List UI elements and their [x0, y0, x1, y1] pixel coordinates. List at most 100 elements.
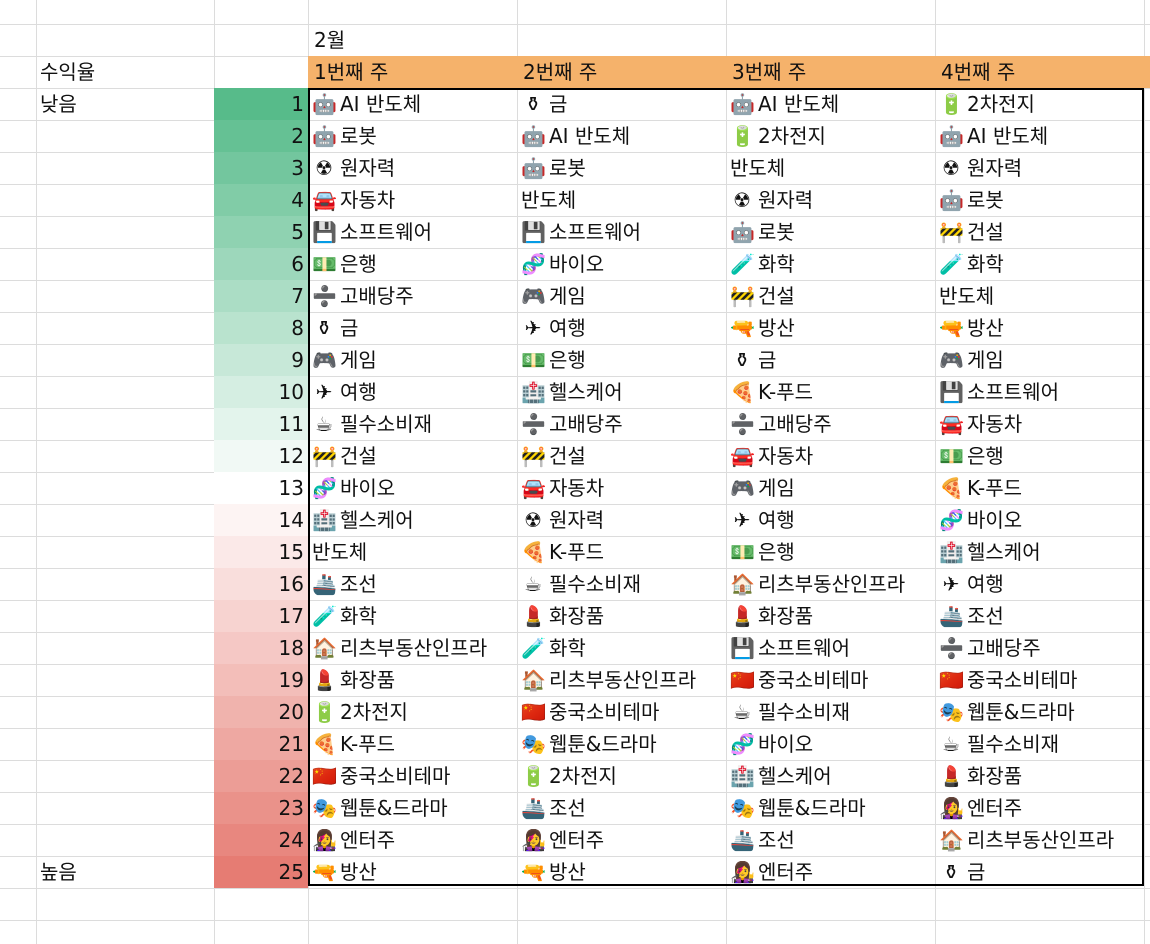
sector-cell[interactable]: 🎭 웹툰&드라마	[312, 792, 448, 824]
sector-cell[interactable]: 🚧 건설	[521, 440, 586, 472]
sector-cell[interactable]: 🚘 자동차	[939, 408, 1022, 440]
sector-cell[interactable]: 반도체	[939, 280, 994, 312]
sector-cell[interactable]: 🤖 AI 반도체	[521, 120, 630, 152]
rank-cell[interactable]: 20	[214, 696, 308, 728]
rank-cell[interactable]: 23	[214, 792, 308, 824]
sector-cell[interactable]: 💄 화장품	[939, 760, 1022, 792]
sector-cell[interactable]: 🚢 조선	[730, 824, 795, 856]
sector-cell[interactable]: 반도체	[521, 184, 576, 216]
rank-cell[interactable]: 13	[214, 472, 308, 504]
sector-cell[interactable]: 🚢 조선	[521, 792, 586, 824]
sector-cell[interactable]: 🤖 로봇	[312, 120, 377, 152]
sector-cell[interactable]: 💄 화장품	[730, 600, 813, 632]
sector-cell[interactable]: 🚘 자동차	[521, 472, 604, 504]
rank-cell[interactable]: 7	[214, 280, 308, 312]
sector-cell[interactable]: ☕ 필수소비재	[312, 408, 432, 440]
sector-cell[interactable]: 🚧 건설	[730, 280, 795, 312]
sector-cell[interactable]: 💄 화장품	[312, 664, 395, 696]
sector-cell[interactable]: 🤖 AI 반도체	[939, 120, 1048, 152]
sector-cell[interactable]: 🚧 건설	[939, 216, 1004, 248]
sector-cell[interactable]: 🎭 웹툰&드라마	[521, 728, 657, 760]
sector-cell[interactable]: 🤖 로봇	[730, 216, 795, 248]
rank-cell[interactable]: 9	[214, 344, 308, 376]
sector-cell[interactable]: 🧪 화학	[730, 248, 795, 280]
sector-cell[interactable]: 🎭 웹툰&드라마	[730, 792, 866, 824]
sector-cell[interactable]: ✈ 여행	[521, 312, 586, 344]
sector-cell[interactable]: 🔫 방산	[521, 856, 586, 888]
sector-cell[interactable]: 👩‍🎤 엔터주	[312, 824, 395, 856]
sector-cell[interactable]: 🍕 K-푸드	[521, 536, 604, 568]
week-header-1[interactable]: 1번째 주	[314, 56, 388, 88]
sector-cell[interactable]: 🎮 게임	[521, 280, 586, 312]
sector-cell[interactable]: 💾 소프트웨어	[312, 216, 432, 248]
sector-cell[interactable]: ☢ 원자력	[939, 152, 1022, 184]
sector-cell[interactable]: 🔋 2차전지	[521, 760, 617, 792]
sector-cell[interactable]: ☕ 필수소비재	[730, 696, 850, 728]
rank-cell[interactable]: 25	[214, 856, 308, 888]
rank-cell[interactable]: 21	[214, 728, 308, 760]
sector-cell[interactable]: 🇨🇳 중국소비테마	[312, 760, 450, 792]
sector-cell[interactable]: 🧪 화학	[521, 632, 586, 664]
sector-cell[interactable]: ➗ 고배당주	[730, 408, 832, 440]
sector-cell[interactable]: 🎭 웹툰&드라마	[939, 696, 1075, 728]
sector-cell[interactable]: ☕ 필수소비재	[521, 568, 641, 600]
sector-cell[interactable]: 🤖 AI 반도체	[312, 88, 421, 120]
rank-cell[interactable]: 12	[214, 440, 308, 472]
sector-cell[interactable]: 👩‍🎤 엔터주	[939, 792, 1022, 824]
rank-cell[interactable]: 22	[214, 760, 308, 792]
sector-cell[interactable]: 반도체	[312, 536, 367, 568]
sector-cell[interactable]: ➗ 고배당주	[939, 632, 1041, 664]
rank-cell[interactable]: 2	[214, 120, 308, 152]
sector-cell[interactable]: 🔋 2차전지	[312, 696, 408, 728]
sector-cell[interactable]: 🎮 게임	[312, 344, 377, 376]
sector-cell[interactable]: 🏠 리츠부동산인프라	[939, 824, 1114, 856]
sector-cell[interactable]: 🍕 K-푸드	[312, 728, 395, 760]
sector-cell[interactable]: 🚧 건설	[312, 440, 377, 472]
sector-cell[interactable]: 🚢 조선	[312, 568, 377, 600]
sector-cell[interactable]: 👩‍🎤 엔터주	[521, 824, 604, 856]
sector-cell[interactable]: 🔋 2차전지	[939, 88, 1035, 120]
sector-cell[interactable]: 💵 은행	[312, 248, 377, 280]
sector-cell[interactable]: 🧪 화학	[312, 600, 377, 632]
sector-cell[interactable]: 🏥 헬스케어	[730, 760, 832, 792]
sector-cell[interactable]: 🤖 AI 반도체	[730, 88, 839, 120]
rank-cell[interactable]: 11	[214, 408, 308, 440]
week-header-3[interactable]: 3번째 주	[732, 56, 806, 88]
sector-cell[interactable]: 💾 소프트웨어	[939, 376, 1059, 408]
sector-cell[interactable]: 🤖 로봇	[521, 152, 586, 184]
sector-cell[interactable]: 🧬 바이오	[730, 728, 813, 760]
sector-cell[interactable]: ➗ 고배당주	[312, 280, 414, 312]
sector-cell[interactable]: ☕ 필수소비재	[939, 728, 1059, 760]
sector-cell[interactable]: 🧬 바이오	[939, 504, 1022, 536]
sector-cell[interactable]: ☢ 원자력	[521, 504, 604, 536]
sector-cell[interactable]: 🏥 헬스케어	[312, 504, 414, 536]
sector-cell[interactable]: 💾 소프트웨어	[521, 216, 641, 248]
sector-cell[interactable]: ⚱ 금	[939, 856, 986, 888]
rank-cell[interactable]: 6	[214, 248, 308, 280]
sector-cell[interactable]: 🏥 헬스케어	[521, 376, 623, 408]
week-header-4[interactable]: 4번째 주	[941, 56, 1015, 88]
rank-cell[interactable]: 8	[214, 312, 308, 344]
sector-cell[interactable]: 🚢 조선	[939, 600, 1004, 632]
sector-cell[interactable]: 🏠 리츠부동산인프라	[312, 632, 487, 664]
sector-cell[interactable]: ✈ 여행	[312, 376, 377, 408]
rank-cell[interactable]: 14	[214, 504, 308, 536]
sector-cell[interactable]: 🍕 K-푸드	[939, 472, 1022, 504]
sector-cell[interactable]: ⚱ 금	[312, 312, 359, 344]
week-header-2[interactable]: 2번째 주	[523, 56, 597, 88]
sector-cell[interactable]: 🤖 로봇	[939, 184, 1004, 216]
sector-cell[interactable]: 🇨🇳 중국소비테마	[939, 664, 1077, 696]
sector-cell[interactable]: 🔫 방산	[939, 312, 1004, 344]
sector-cell[interactable]: ⚱ 금	[521, 88, 568, 120]
sector-cell[interactable]: ⚱ 금	[730, 344, 777, 376]
sector-cell[interactable]: ✈ 여행	[939, 568, 1004, 600]
sector-cell[interactable]: 🔋 2차전지	[730, 120, 826, 152]
sector-cell[interactable]: 🎮 게임	[730, 472, 795, 504]
sector-cell[interactable]: 🍕 K-푸드	[730, 376, 813, 408]
sector-cell[interactable]: 💵 은행	[939, 440, 1004, 472]
rank-cell[interactable]: 17	[214, 600, 308, 632]
sector-cell[interactable]: 🎮 게임	[939, 344, 1004, 376]
sector-cell[interactable]: 🔫 방산	[312, 856, 377, 888]
rank-cell[interactable]: 16	[214, 568, 308, 600]
sector-cell[interactable]: 💵 은행	[521, 344, 586, 376]
